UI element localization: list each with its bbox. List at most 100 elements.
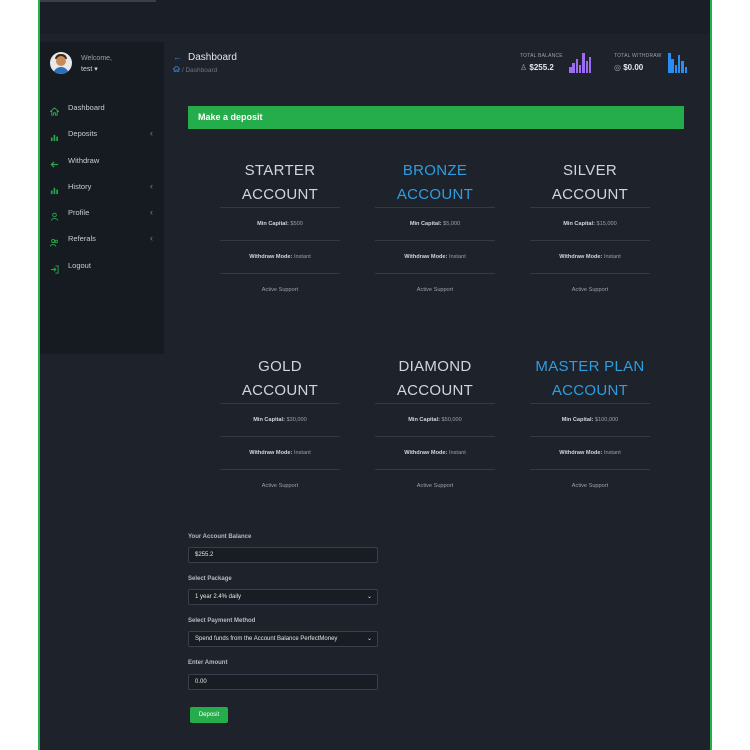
plan-name: SILVER ACCOUNT <box>551 162 629 203</box>
plan-support: Active Support <box>375 469 495 502</box>
plan-withdraw-mode: Withdraw Mode: Instant <box>530 240 650 273</box>
chevron-down-icon: ⌄ <box>366 594 372 600</box>
breadcrumb-separator: / <box>181 67 184 74</box>
sparkline-bar <box>582 53 585 73</box>
plan-card[interactable]: GOLD ACCOUNT Min Capital: $30,000 Withdraw … <box>220 355 340 502</box>
plan-card[interactable]: DIAMOND ACCOUNT Min Capital: $50,000 Withdr… <box>375 355 495 502</box>
deposit-banner-title: Make a deposit <box>198 112 263 122</box>
plan-support: Active Support <box>375 273 495 306</box>
users-icon <box>50 234 59 248</box>
bar-chart-icon <box>50 182 59 194</box>
plan-min-capital: Min Capital: $50,000 <box>375 403 495 436</box>
withdraw-sparkline <box>668 53 690 73</box>
breadcrumb: / Dashboard <box>172 65 218 74</box>
plan-min-capital: Min Capital: $500 <box>220 207 340 240</box>
sidebar-item-label: Withdraw <box>68 155 100 165</box>
chevron-left-icon[interactable]: ‹ <box>150 207 153 217</box>
sidebar: Welcome, test ▾ Dashboard Deposits ‹ Withdr… <box>40 42 164 354</box>
total-balance-label: TOTAL BALANCE <box>520 53 563 59</box>
total-withdraw-stat: TOTAL WITHDRAW ◎ $0.00 <box>614 53 662 72</box>
sidebar-item-label: History <box>68 181 92 191</box>
logout-icon <box>50 261 59 274</box>
balance-field: $255.2 <box>188 547 378 563</box>
balance-label: Your Account Balance <box>188 534 252 540</box>
top-bar-tab <box>40 0 156 2</box>
home-icon[interactable] <box>172 65 182 74</box>
sparkline-bar <box>677 55 681 73</box>
back-arrow-icon[interactable]: ← <box>173 52 182 62</box>
plan-min-capital: Min Capital: $30,000 <box>220 403 340 436</box>
plan-withdraw-mode: Withdraw Mode: Instant <box>530 436 650 469</box>
sparkline-bar <box>575 59 579 73</box>
plan-card[interactable]: SILVER ACCOUNT Min Capital: $15,000 Withdra… <box>530 159 650 306</box>
sparkline-bar <box>681 61 684 73</box>
payment-method-label: Select Payment Method <box>188 618 256 624</box>
plan-support: Active Support <box>220 469 340 502</box>
sidebar-nav: Dashboard Deposits ‹ Withdraw History ‹ Profil… <box>40 96 164 280</box>
plan-card[interactable]: MASTER PLAN ACCOUNT Min Capital: $100,000 W… <box>530 355 650 502</box>
amount-input-value: 0.00 <box>195 679 207 685</box>
welcome-text: Welcome, <box>81 55 112 62</box>
plan-support: Active Support <box>220 273 340 306</box>
bar-chart-icon <box>50 129 59 142</box>
plan-min-capital: Min Capital: $100,000 <box>530 403 650 436</box>
plan-withdraw-mode: Withdraw Mode: Instant <box>220 240 340 273</box>
total-withdraw-label: TOTAL WITHDRAW <box>614 53 662 59</box>
plan-support: Active Support <box>530 273 650 306</box>
sparkline-bar <box>671 59 674 73</box>
sidebar-item-withdraw[interactable]: Withdraw <box>40 149 164 175</box>
user-icon: ♙ <box>520 63 528 72</box>
plan-card[interactable]: STARTER ACCOUNT Min Capital: $500 Withdraw … <box>220 159 340 306</box>
coin-icon: ◎ <box>614 63 621 72</box>
total-balance-value: ♙ $255.2 <box>520 63 554 72</box>
sidebar-item-referals[interactable]: Referals ‹ <box>40 227 164 253</box>
sidebar-item-profile[interactable]: Profile ‹ <box>40 201 164 227</box>
arrow-left-icon <box>50 156 59 168</box>
chevron-left-icon[interactable]: ‹ <box>150 233 153 243</box>
plan-support: Active Support <box>530 469 650 502</box>
app-window: Welcome, test ▾ Dashboard Deposits ‹ Withdr… <box>40 0 710 750</box>
page-title: Dashboard <box>188 52 237 63</box>
sidebar-item-label: Logout <box>68 260 91 270</box>
sidebar-item-label: Referals <box>68 234 96 244</box>
top-bar <box>40 0 710 34</box>
home-icon <box>49 103 60 116</box>
package-label: Select Package <box>188 576 232 582</box>
plan-name: DIAMOND ACCOUNT <box>396 358 474 399</box>
sparkline-bar <box>585 61 588 73</box>
sparkline-bar <box>572 63 575 73</box>
breadcrumb-current: Dashboard <box>185 67 218 74</box>
total-balance-stat: TOTAL BALANCE ♙ $255.2 <box>520 53 563 72</box>
plan-name: MASTER PLAN ACCOUNT <box>535 358 645 399</box>
balance-field-value: $255.2 <box>195 552 214 558</box>
plan-name: BRONZE ACCOUNT <box>396 162 474 203</box>
sidebar-item-label: Dashboard <box>68 103 105 112</box>
chevron-left-icon[interactable]: ‹ <box>150 128 153 138</box>
balance-sparkline <box>569 53 593 73</box>
sidebar-item-history[interactable]: History ‹ <box>40 175 164 201</box>
plan-min-capital: Min Capital: $5,000 <box>375 207 495 240</box>
sparkline-bar <box>578 65 582 73</box>
payment-method-select[interactable]: Spend funds from the Account Balance Per… <box>188 631 378 647</box>
sparkline-bar <box>684 67 687 73</box>
avatar[interactable] <box>50 52 72 74</box>
sparkline-bar <box>569 67 572 73</box>
plan-withdraw-mode: Withdraw Mode: Instant <box>375 436 495 469</box>
amount-label: Enter Amount <box>188 660 228 666</box>
sidebar-item-logout[interactable]: Logout <box>40 254 164 280</box>
plan-min-capital: Min Capital: $15,000 <box>530 207 650 240</box>
plan-withdraw-mode: Withdraw Mode: Instant <box>220 436 340 469</box>
plan-name: GOLD ACCOUNT <box>241 358 319 399</box>
sidebar-item-label: Profile <box>68 208 90 218</box>
user-menu-toggle[interactable]: test ▾ <box>81 65 98 73</box>
deposit-button[interactable]: Deposit <box>190 707 228 723</box>
chevron-left-icon[interactable]: ‹ <box>150 181 153 191</box>
package-select[interactable]: 1 year 2.4% daily ⌄ <box>188 589 378 605</box>
plan-name: STARTER ACCOUNT <box>241 162 319 203</box>
amount-input[interactable]: 0.00 <box>188 674 378 690</box>
sidebar-item-deposits[interactable]: Deposits ‹ <box>40 122 164 148</box>
sparkline-bar <box>668 53 671 73</box>
plan-card[interactable]: BRONZE ACCOUNT Min Capital: $5,000 Withdraw… <box>375 159 495 306</box>
sidebar-item-dashboard[interactable]: Dashboard <box>40 96 164 122</box>
package-select-value: 1 year 2.4% daily <box>195 594 242 600</box>
